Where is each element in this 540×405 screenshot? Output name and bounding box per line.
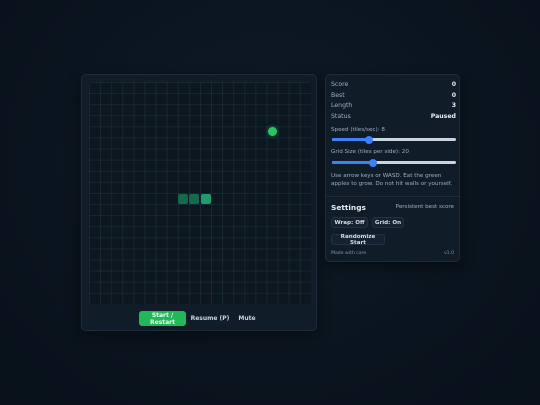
wrap-toggle-button[interactable]: Wrap: Off: [331, 217, 368, 228]
speed-label: Speed (tiles/sec): 8: [331, 127, 385, 133]
status-label: Status: [331, 112, 351, 120]
best-label: Best: [331, 91, 345, 99]
best-value: 0: [451, 91, 456, 99]
settings-title: Settings: [331, 203, 366, 212]
speed-slider[interactable]: [332, 135, 456, 144]
snake-head: [200, 193, 211, 204]
grid-toggle-button[interactable]: Grid: On: [372, 217, 404, 228]
side-panel: Score 0 Best 0 Length 3 Status Paused Sp…: [325, 74, 460, 262]
game-controls: Start / Restart Resume (P) Mute: [82, 311, 316, 326]
score-label: Score: [331, 80, 349, 88]
speed-slider-knob[interactable]: [365, 135, 374, 144]
grid-size-slider-fill: [332, 161, 373, 164]
game-panel: Start / Restart Resume (P) Mute: [81, 74, 317, 331]
status-value: Paused: [430, 112, 456, 120]
apple: [267, 127, 277, 137]
resume-button[interactable]: Resume (P): [190, 311, 230, 326]
length-value: 3: [451, 101, 456, 109]
snake-segment: [189, 193, 200, 204]
mute-button[interactable]: Mute: [234, 311, 260, 326]
grid-size-slider[interactable]: [332, 158, 456, 167]
score-value: 0: [451, 80, 456, 88]
snake-segment: [178, 193, 189, 204]
best-row: Best 0: [331, 90, 456, 100]
length-label: Length: [331, 101, 353, 109]
randomize-start-button[interactable]: Randomize Start: [331, 234, 385, 246]
speed-slider-fill: [332, 138, 370, 141]
divider: [326, 196, 459, 197]
length-row: Length 3: [331, 100, 456, 110]
game-board[interactable]: [89, 82, 311, 304]
grid-size-slider-knob[interactable]: [368, 158, 377, 167]
persistent-best-note: Persistent best score: [395, 204, 454, 210]
score-row: Score 0: [331, 79, 456, 89]
version-label: v1.0: [443, 251, 454, 256]
status-row: Status Paused: [331, 111, 456, 121]
footer-credit: Made with care: [331, 251, 367, 256]
help-text: Use arrow keys or WASD. Eat the green ap…: [331, 173, 453, 187]
grid-size-label: Grid Size (tiles per side): 20: [331, 149, 409, 155]
start-restart-button[interactable]: Start / Restart: [139, 311, 186, 326]
